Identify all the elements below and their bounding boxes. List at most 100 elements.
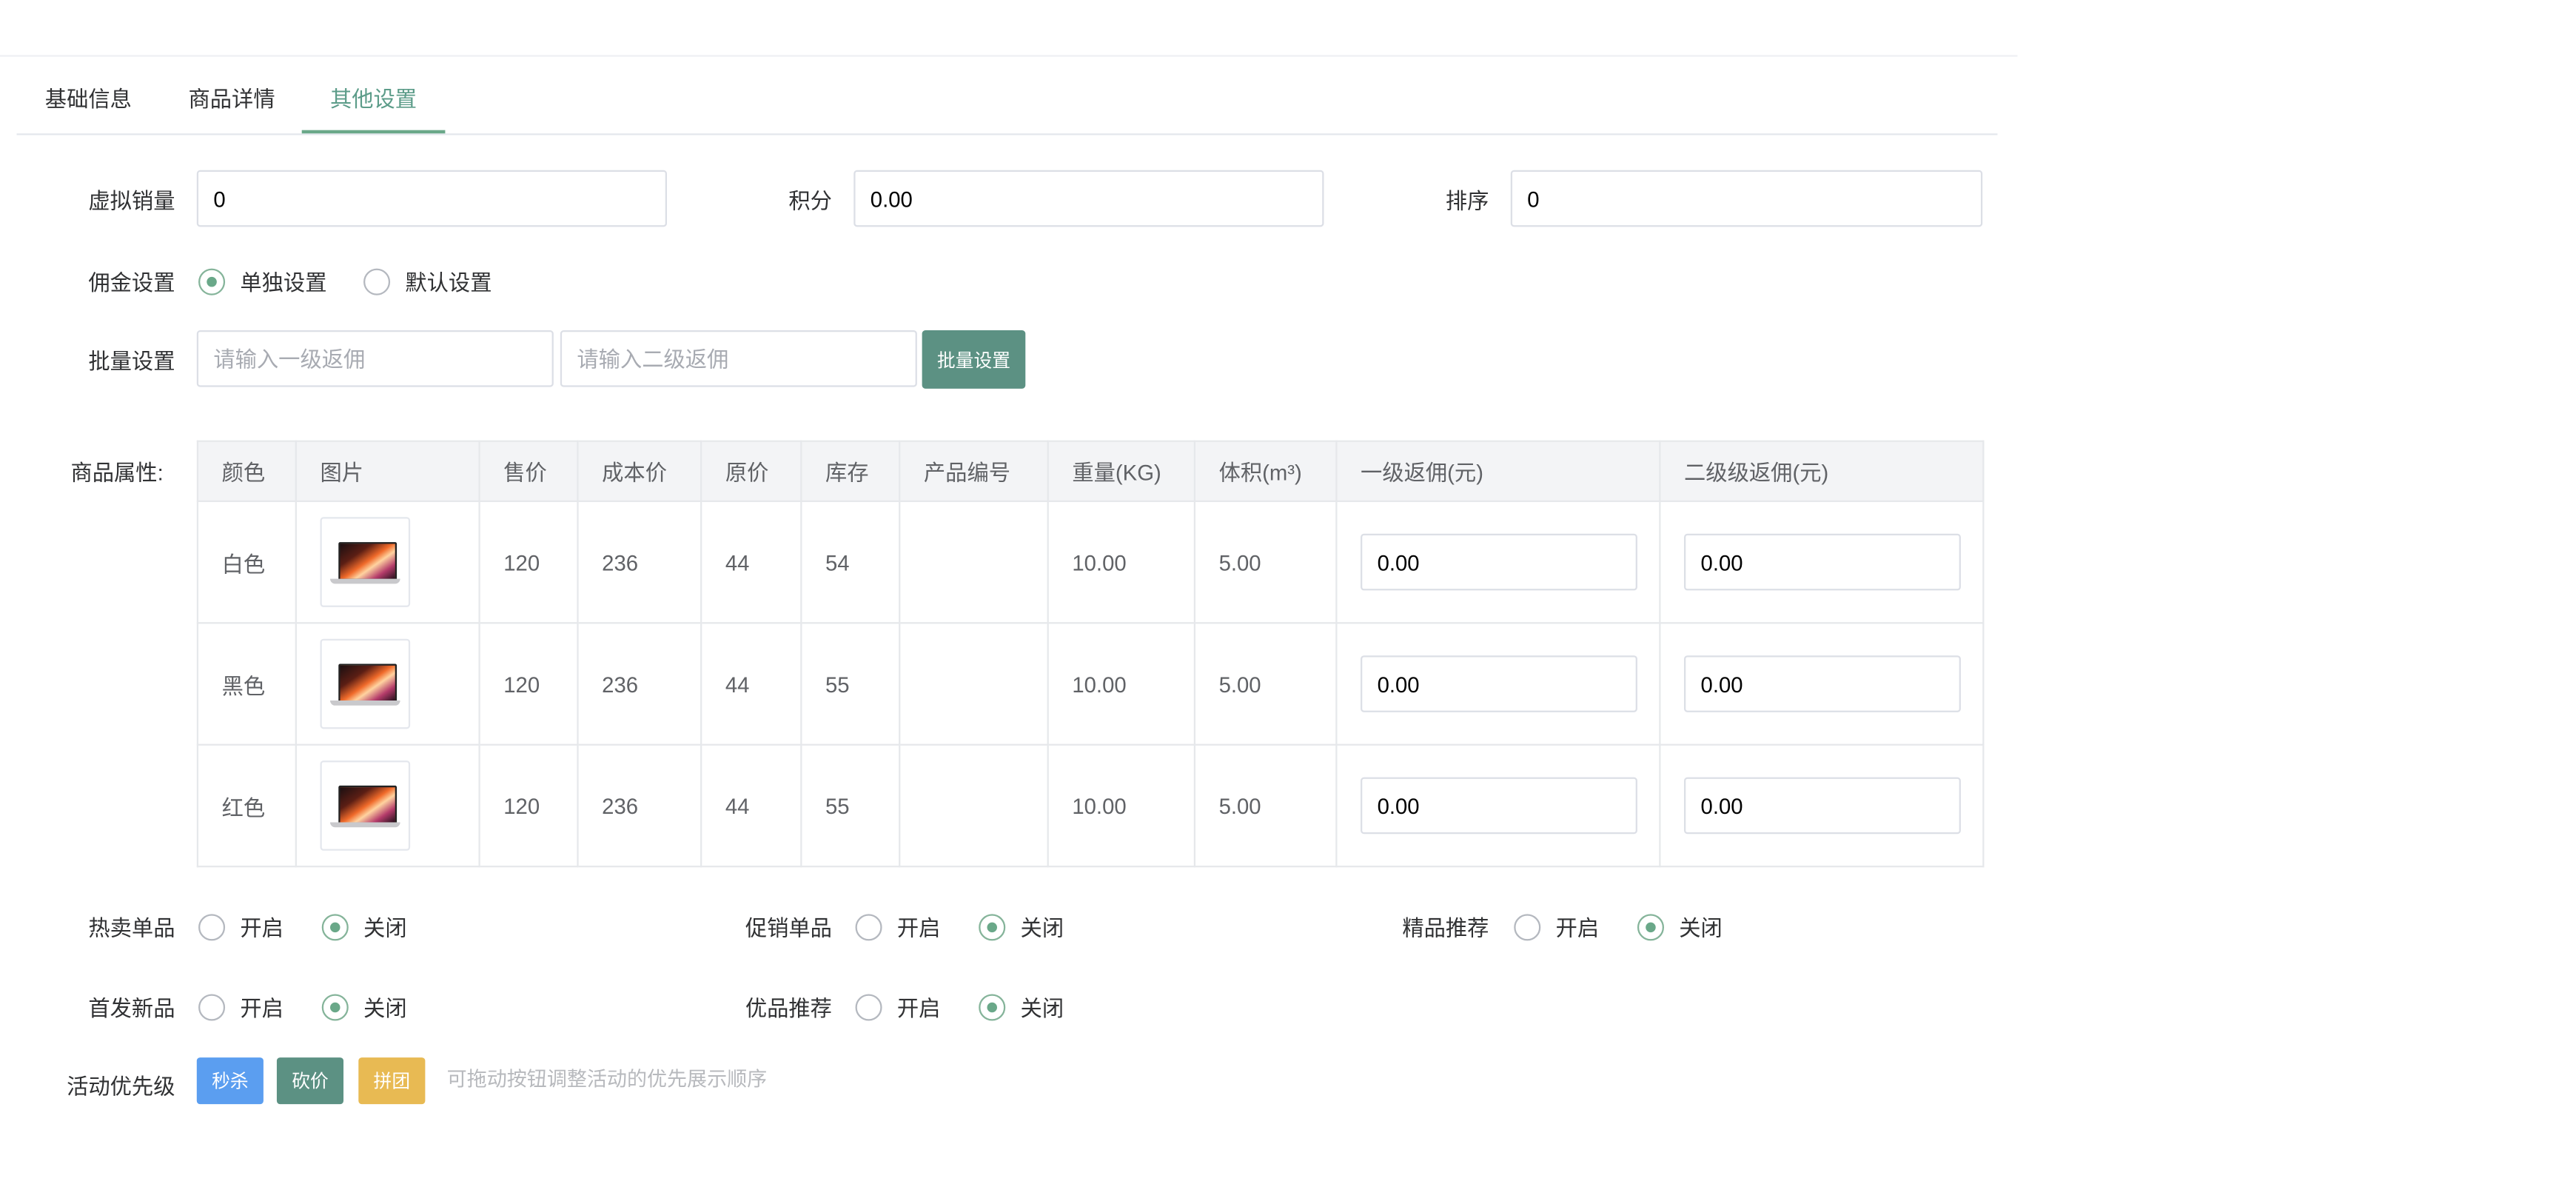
- activity-priority-label: 活动优先级: [67, 1074, 175, 1100]
- cell-color: 红色: [196, 743, 297, 868]
- top-divider: [0, 55, 2018, 57]
- laptop-thumbnail-icon[interactable]: [320, 760, 411, 851]
- cell-level2: [1659, 743, 1985, 868]
- cell-level1: [1335, 743, 1661, 868]
- cell-cost: 236: [577, 622, 702, 746]
- laptop-thumbnail-icon[interactable]: [320, 517, 411, 607]
- radio-unchecked-icon: [363, 267, 391, 295]
- off-label: 关闭: [1020, 995, 1064, 1021]
- cell-price: 120: [478, 500, 579, 624]
- header-code: 产品编号: [899, 440, 1049, 503]
- on-label: 开启: [896, 995, 941, 1021]
- header-stock: 库存: [800, 440, 901, 503]
- batch-level2-input[interactable]: [560, 330, 917, 387]
- radio-unchecked-icon: [855, 993, 882, 1020]
- radio-checked-icon: [321, 913, 349, 940]
- on-label: 开启: [1555, 915, 1600, 941]
- hot-item-on-radio[interactable]: 开启: [198, 911, 284, 943]
- quality-recommend-off-radio[interactable]: 关闭: [979, 991, 1064, 1023]
- promo-item-label: 促销单品: [745, 915, 832, 941]
- commission-individual-label: 单独设置: [240, 270, 327, 295]
- table-row: 红色 120 236 44 55 10.00 5.00: [196, 743, 1985, 868]
- header-color: 颜色: [196, 440, 297, 503]
- cell-price: 120: [478, 622, 579, 746]
- level2-commission-input[interactable]: [1684, 655, 1961, 712]
- level2-commission-input[interactable]: [1684, 777, 1961, 835]
- product-settings-page: 基础信息 商品详情 其他设置 虚拟销量 积分 排序 佣金设置 单独设置 默认设置…: [0, 0, 2576, 1180]
- cell-color: 白色: [196, 500, 297, 624]
- table-header-row: 颜色 图片 售价 成本价 原价 库存 产品编号 重量(KG) 体积(m³) 一级…: [196, 440, 1985, 503]
- promo-item-on-radio[interactable]: 开启: [855, 911, 941, 943]
- new-release-label: 首发新品: [88, 995, 175, 1021]
- cell-weight: 10.00: [1047, 622, 1196, 746]
- featured-off-radio[interactable]: 关闭: [1637, 911, 1723, 943]
- batch-level1-input[interactable]: [196, 330, 554, 387]
- level1-commission-input[interactable]: [1361, 777, 1637, 835]
- cell-code: [899, 743, 1049, 868]
- cell-original: 44: [700, 500, 802, 624]
- hot-item-off-radio[interactable]: 关闭: [321, 911, 407, 943]
- off-label: 关闭: [1020, 915, 1064, 941]
- batch-set-button[interactable]: 批量设置: [922, 330, 1026, 389]
- tab-product-detail[interactable]: 商品详情: [160, 67, 303, 133]
- promo-item-off-radio[interactable]: 关闭: [979, 911, 1064, 943]
- header-weight: 重量(KG): [1047, 440, 1196, 503]
- off-label: 关闭: [1679, 915, 1723, 941]
- radio-checked-icon: [979, 913, 1006, 940]
- on-label: 开启: [896, 915, 941, 941]
- off-label: 关闭: [363, 915, 407, 941]
- cell-weight: 10.00: [1047, 500, 1196, 624]
- cell-price: 120: [478, 743, 579, 868]
- off-label: 关闭: [363, 995, 407, 1021]
- laptop-thumbnail-icon[interactable]: [320, 638, 411, 729]
- drag-hint: 可拖动按钮调整活动的优先展示顺序: [446, 1067, 768, 1091]
- new-release-on-radio[interactable]: 开启: [198, 991, 284, 1023]
- level1-commission-input[interactable]: [1361, 655, 1637, 712]
- radio-unchecked-icon: [855, 913, 882, 940]
- on-label: 开启: [240, 915, 284, 941]
- radio-checked-icon: [198, 267, 226, 295]
- commission-default-radio[interactable]: 默认设置: [363, 265, 492, 297]
- points-input[interactable]: [853, 170, 1324, 227]
- featured-on-radio[interactable]: 开启: [1514, 911, 1599, 943]
- cell-code: [899, 622, 1049, 746]
- featured-label: 精品推荐: [1402, 915, 1489, 941]
- cell-image: [295, 622, 480, 746]
- cell-volume: 5.00: [1193, 500, 1338, 624]
- cell-stock: 54: [800, 500, 901, 624]
- radio-unchecked-icon: [198, 993, 226, 1020]
- seckill-button[interactable]: 秒杀: [196, 1057, 264, 1105]
- new-release-off-radio[interactable]: 关闭: [321, 991, 407, 1023]
- radio-unchecked-icon: [198, 913, 226, 940]
- sort-input[interactable]: [1510, 170, 1983, 227]
- commission-label: 佣金设置: [88, 270, 175, 295]
- cell-original: 44: [700, 622, 802, 746]
- cell-volume: 5.00: [1193, 622, 1338, 746]
- cell-original: 44: [700, 743, 802, 868]
- cell-weight: 10.00: [1047, 743, 1196, 868]
- tab-other-settings[interactable]: 其他设置: [301, 67, 446, 134]
- quality-recommend-on-radio[interactable]: 开启: [855, 991, 941, 1023]
- level2-commission-input[interactable]: [1684, 533, 1961, 591]
- commission-default-label: 默认设置: [405, 270, 492, 295]
- group-buy-button[interactable]: 拼团: [358, 1057, 426, 1105]
- cell-color: 黑色: [196, 622, 297, 746]
- header-volume: 体积(m³): [1193, 440, 1338, 503]
- batch-label: 批量设置: [88, 348, 175, 374]
- cell-stock: 55: [800, 622, 901, 746]
- points-label: 积分: [788, 188, 832, 214]
- cell-cost: 236: [577, 500, 702, 624]
- hot-item-label: 热卖单品: [88, 915, 175, 941]
- tab-basic-info[interactable]: 基础信息: [17, 67, 161, 133]
- bargain-button[interactable]: 砍价: [276, 1057, 344, 1105]
- level1-commission-input[interactable]: [1361, 533, 1637, 591]
- header-cost: 成本价: [577, 440, 702, 503]
- virtual-sales-input[interactable]: [196, 170, 667, 227]
- header-image: 图片: [295, 440, 480, 503]
- cell-image: [295, 743, 480, 868]
- table-row: 白色 120 236 44 54 10.00 5.00: [196, 500, 1985, 624]
- radio-checked-icon: [321, 993, 349, 1020]
- cell-code: [899, 500, 1049, 624]
- commission-individual-radio[interactable]: 单独设置: [198, 265, 327, 297]
- table-row: 黑色 120 236 44 55 10.00 5.00: [196, 622, 1985, 746]
